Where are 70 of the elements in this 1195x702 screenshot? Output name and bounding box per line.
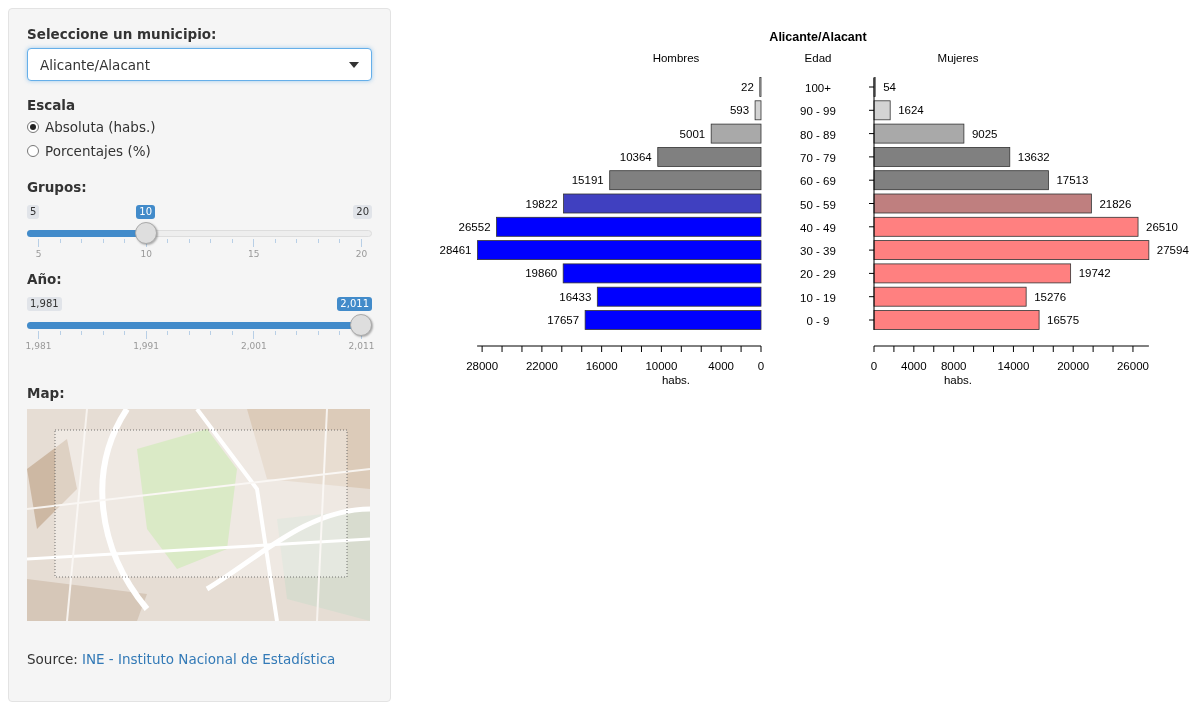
value-label: 19860 xyxy=(525,267,558,280)
age-label: 40 - 49 xyxy=(800,221,836,234)
tick-label: 28000 xyxy=(466,360,499,372)
field-label: Map: xyxy=(27,385,66,401)
field-label: Seleccione un municipio: xyxy=(27,26,218,42)
value-label: 26510 xyxy=(1146,220,1178,233)
value-label: 15276 xyxy=(1034,290,1067,303)
slider-label: Grupos: xyxy=(27,179,88,195)
value-label: 1624 xyxy=(898,104,924,117)
value-label: 19742 xyxy=(1078,267,1111,280)
value-label: 10364 xyxy=(619,150,652,163)
value-label: 19822 xyxy=(525,197,558,210)
value-label: 27594 xyxy=(1156,244,1189,257)
series-label: Hombres xyxy=(652,52,700,64)
tick-label: 10000 xyxy=(645,360,678,372)
axis-title: habs. xyxy=(943,374,973,386)
age-label: 30 - 39 xyxy=(800,245,836,258)
tick-label: 4000 xyxy=(901,360,927,372)
value-label: 15191 xyxy=(571,174,604,187)
value-label: 26552 xyxy=(458,220,491,233)
field-label: Escala xyxy=(27,97,77,113)
value-label: 5001 xyxy=(679,127,706,140)
value-label: 13632 xyxy=(1017,150,1050,163)
value-label: 28461 xyxy=(439,244,472,257)
age-label: 100+ xyxy=(805,82,831,94)
age-label: 10 - 19 xyxy=(800,291,836,304)
tick-label: 22000 xyxy=(525,360,558,372)
slider-min-label: 5 xyxy=(27,205,40,219)
age-label: 90 - 99 xyxy=(800,105,836,118)
value-label: 16433 xyxy=(559,290,592,303)
value-label: 17657 xyxy=(547,314,580,326)
value-label: 21826 xyxy=(1099,197,1132,210)
tick-label: 1,981 xyxy=(25,341,52,351)
slider-label: Año: xyxy=(27,271,63,287)
slider-value-label: 10 xyxy=(136,205,155,219)
source-label: Source: xyxy=(27,651,78,667)
tick-label: 20 xyxy=(355,249,368,259)
tick-label: 8000 xyxy=(940,360,967,372)
tick-label: 5 xyxy=(35,249,42,259)
tick-label: 4000 xyxy=(708,360,734,372)
tick-label: 2,011 xyxy=(348,341,375,351)
series-label: Mujeres xyxy=(937,52,979,64)
tick-label: 15 xyxy=(248,249,260,259)
tick-label: 1,991 xyxy=(133,341,160,351)
slider-max-label: 20 xyxy=(353,205,372,219)
tick-label: 0 xyxy=(870,360,878,372)
chart-title: Alicante/Alacant xyxy=(769,30,867,44)
age-label: 60 - 69 xyxy=(800,175,836,188)
age-label: 70 - 79 xyxy=(800,151,836,164)
age-label: 50 - 59 xyxy=(800,198,836,211)
value-label: 54 xyxy=(883,81,896,93)
value-label: 22 xyxy=(741,81,754,93)
value-label: 593 xyxy=(729,104,750,117)
age-label: 0 - 9 xyxy=(806,315,830,327)
tick-label: 0 xyxy=(757,360,765,372)
age-label: 20 - 29 xyxy=(800,268,836,281)
tick-label: 16000 xyxy=(585,360,618,372)
value-label: 17513 xyxy=(1056,174,1089,187)
axis-title: Edad xyxy=(804,52,832,64)
value-label: 9025 xyxy=(971,127,998,140)
tick-label: 2,001 xyxy=(240,341,267,351)
axis-title: habs. xyxy=(661,374,691,386)
tick-label: 26000 xyxy=(1116,360,1149,372)
slider-min-label: 1,981 xyxy=(27,297,62,311)
tick-label: 10 xyxy=(140,249,152,259)
age-label: 80 - 89 xyxy=(800,128,836,141)
tick-label: 14000 xyxy=(997,360,1030,372)
slider-value-label: 2,011 xyxy=(337,297,372,311)
tick-label: 20000 xyxy=(1057,360,1090,372)
value-label: 16575 xyxy=(1047,314,1080,326)
